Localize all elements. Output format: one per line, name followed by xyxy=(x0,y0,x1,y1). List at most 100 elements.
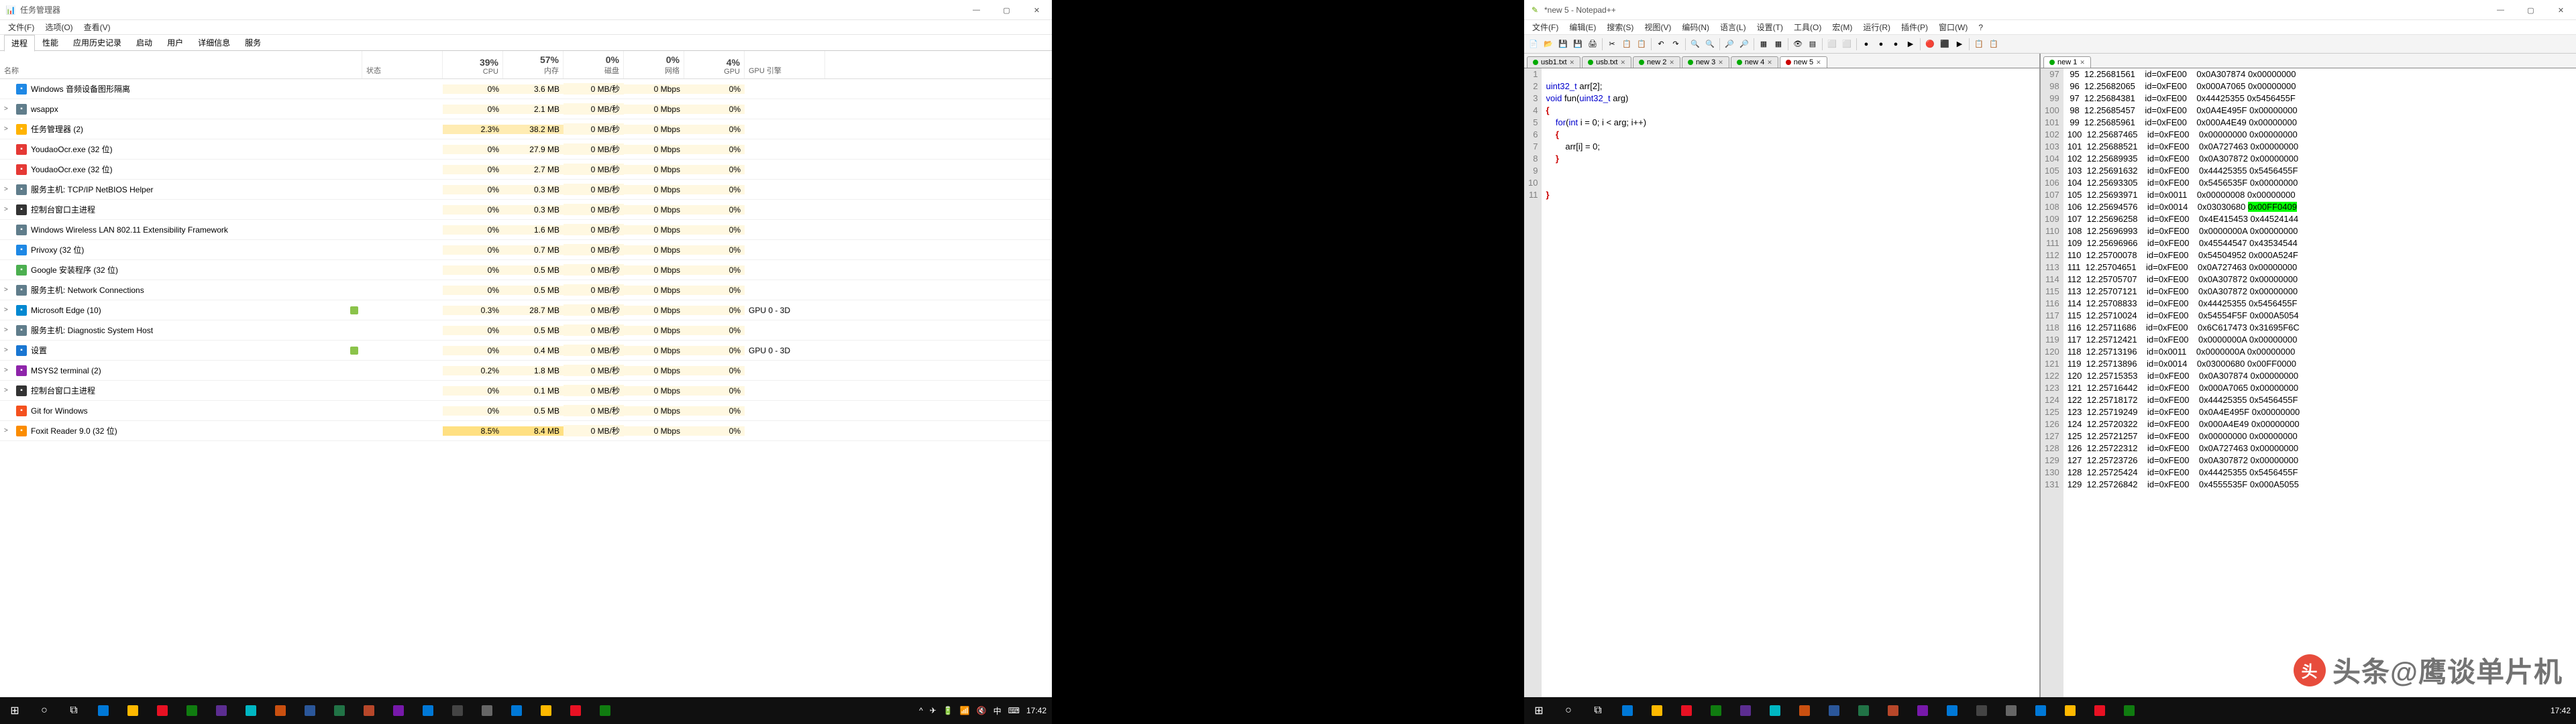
file-tab[interactable]: new 5✕ xyxy=(1780,56,1827,68)
col-memory[interactable]: 内存 xyxy=(544,65,559,76)
menu-item[interactable]: 搜索(S) xyxy=(1601,21,1639,33)
code-editor[interactable]: 9798991001011021031041051061071081091101… xyxy=(2041,68,2576,709)
col-disk[interactable]: 磁盘 xyxy=(604,65,619,76)
tray-clock[interactable]: 17:42 xyxy=(2551,706,2571,715)
menubar[interactable]: 文件(F)编辑(E)搜索(S)视图(V)编码(N)语言(L)设置(T)工具(O)… xyxy=(1524,20,2576,35)
toolbar-button[interactable]: 🔴 xyxy=(1923,38,1937,51)
taskbar-app[interactable] xyxy=(89,697,118,724)
file-tab[interactable]: new 1✕ xyxy=(2043,56,2091,68)
taskbar-app[interactable] xyxy=(354,697,384,724)
start-button[interactable]: ⊞ xyxy=(1524,697,1554,724)
menu-item[interactable]: 插件(P) xyxy=(1896,21,1933,33)
close-tab-icon[interactable]: ✕ xyxy=(1718,59,1723,66)
close-button[interactable]: ✕ xyxy=(1022,0,1052,20)
tray-keyboard-icon[interactable]: ⌨ xyxy=(1008,706,1020,715)
expand-icon[interactable]: > xyxy=(4,186,12,193)
file-tab[interactable]: new 3✕ xyxy=(1682,56,1729,68)
file-tab-strip[interactable]: new 1✕ xyxy=(2041,54,2576,68)
toolbar-button[interactable]: ▦ xyxy=(1772,38,1785,51)
col-cpu[interactable]: CPU xyxy=(483,68,498,76)
toolbar-button[interactable]: ● xyxy=(1889,38,1902,51)
toolbar-button[interactable]: 👁 xyxy=(1791,38,1805,51)
tray-action-icon[interactable]: ✈ xyxy=(930,706,936,715)
taskbar-app[interactable] xyxy=(1613,697,1642,724)
expand-icon[interactable]: > xyxy=(4,306,12,314)
taskbar-app[interactable] xyxy=(1731,697,1760,724)
expand-icon[interactable]: > xyxy=(4,105,12,113)
table-row[interactable]: >▪设置0%0.4 MB0 MB/秒0 Mbps0%GPU 0 - 3D xyxy=(0,341,1052,361)
col-network[interactable]: 网络 xyxy=(665,65,680,76)
menu-item[interactable]: 运行(R) xyxy=(1858,21,1896,33)
tab-启动[interactable]: 启动 xyxy=(129,34,160,51)
toolbar-button[interactable]: 🔎 xyxy=(1737,38,1751,51)
tray-ime-icon[interactable]: 中 xyxy=(994,705,1002,717)
tray-clock[interactable]: 17:42 xyxy=(1026,706,1046,715)
taskbar-app[interactable] xyxy=(325,697,354,724)
taskbar-app[interactable] xyxy=(2055,697,2085,724)
table-row[interactable]: ▪Windows Wireless LAN 802.11 Extensibili… xyxy=(0,220,1052,240)
maximize-button[interactable]: ▢ xyxy=(2516,0,2546,20)
table-row[interactable]: >▪任务管理器 (2)2.3%38.2 MB0 MB/秒0 Mbps0% xyxy=(0,119,1052,139)
code-editor[interactable]: 1234567891011 uint32_t arr[2]; void fun(… xyxy=(1524,68,2039,709)
tab-服务[interactable]: 服务 xyxy=(237,34,268,51)
toolbar-button[interactable]: 📋 xyxy=(1620,38,1633,51)
menu-item[interactable]: 工具(O) xyxy=(1788,21,1827,33)
tab-详细信息[interactable]: 详细信息 xyxy=(191,34,237,51)
table-row[interactable]: >▪wsappx0%2.1 MB0 MB/秒0 Mbps0% xyxy=(0,99,1052,119)
menu-item[interactable]: ? xyxy=(1973,23,1988,32)
taskbar-app[interactable] xyxy=(118,697,148,724)
table-row[interactable]: ▪Git for Windows0%0.5 MB0 MB/秒0 Mbps0% xyxy=(0,401,1052,421)
file-tab[interactable]: new 4✕ xyxy=(1731,56,1778,68)
expand-icon[interactable]: > xyxy=(4,206,12,213)
toolbar-button[interactable]: 🔍 xyxy=(1688,38,1702,51)
minimize-button[interactable]: — xyxy=(961,0,991,20)
maximize-button[interactable]: ▢ xyxy=(991,0,1022,20)
taskbar-app[interactable] xyxy=(1819,697,1849,724)
menu-item[interactable]: 查看(V) xyxy=(78,21,116,33)
table-row[interactable]: >▪Foxit Reader 9.0 (32 位)8.5%8.4 MB0 MB/… xyxy=(0,421,1052,441)
toolbar-button[interactable]: ⬜ xyxy=(1840,38,1854,51)
toolbar-button[interactable]: 💾 xyxy=(1556,38,1570,51)
file-tab-strip[interactable]: usb1.txt✕usb.txt✕new 2✕new 3✕new 4✕new 5… xyxy=(1524,54,2039,68)
menu-item[interactable]: 语言(L) xyxy=(1715,21,1752,33)
taskbar-app[interactable] xyxy=(1849,697,1878,724)
taskbar-app[interactable] xyxy=(148,697,177,724)
toolbar-button[interactable]: ⬜ xyxy=(1825,38,1839,51)
close-tab-icon[interactable]: ✕ xyxy=(1620,59,1625,66)
close-tab-icon[interactable]: ✕ xyxy=(2080,59,2085,66)
cortana-icon[interactable]: ○ xyxy=(30,697,59,724)
toolbar[interactable]: 📄📂💾💾🖨✂📋📋↶↷🔍🔍🔎🔎▦▦👁▤⬜⬜●●●▶🔴⬛▶📋📋 xyxy=(1524,35,2576,54)
tray-wifi-icon[interactable]: 📶 xyxy=(960,706,970,715)
taskbar-app[interactable] xyxy=(561,697,590,724)
toolbar-button[interactable]: ↷ xyxy=(1669,38,1682,51)
toolbar-button[interactable]: 📋 xyxy=(1987,38,2000,51)
table-row[interactable]: >▪服务主机: Diagnostic System Host0%0.5 MB0 … xyxy=(0,320,1052,341)
close-tab-icon[interactable]: ✕ xyxy=(1816,59,1821,66)
taskbar-app[interactable] xyxy=(207,697,236,724)
taskbar-app[interactable] xyxy=(1642,697,1672,724)
table-body[interactable]: ▪Windows 音频设备图形隔离0%3.6 MB0 MB/秒0 Mbps0%>… xyxy=(0,79,1052,697)
col-gpu-engine[interactable]: GPU 引擎 xyxy=(749,65,820,76)
taskbar-app[interactable] xyxy=(1701,697,1731,724)
code-area[interactable]: 95 12.25681561 id=0xFE00 0x0A307874 0x00… xyxy=(2063,68,2576,709)
menubar[interactable]: 文件(F)选项(O)查看(V) xyxy=(0,20,1052,35)
expand-icon[interactable]: > xyxy=(4,347,12,354)
close-button[interactable]: ✕ xyxy=(2546,0,2576,20)
toolbar-button[interactable]: 📂 xyxy=(1542,38,1555,51)
col-gpu[interactable]: GPU xyxy=(724,68,740,76)
toolbar-button[interactable]: 💾 xyxy=(1571,38,1585,51)
table-row[interactable]: >▪服务主机: TCP/IP NetBIOS Helper0%0.3 MB0 M… xyxy=(0,180,1052,200)
taskbar-app[interactable] xyxy=(236,697,266,724)
toolbar-button[interactable]: 🖨 xyxy=(1586,38,1599,51)
file-tab[interactable]: usb1.txt✕ xyxy=(1527,56,1580,68)
menu-item[interactable]: 宏(M) xyxy=(1827,21,1858,33)
menu-item[interactable]: 编辑(E) xyxy=(1564,21,1601,33)
titlebar[interactable]: 📊 任务管理器 — ▢ ✕ xyxy=(0,0,1052,20)
taskbar-app[interactable] xyxy=(1967,697,1996,724)
tray-battery-icon[interactable]: 🔋 xyxy=(943,706,953,715)
expand-icon[interactable]: > xyxy=(4,326,12,334)
menu-item[interactable]: 文件(F) xyxy=(3,21,40,33)
taskbar-app[interactable] xyxy=(2114,697,2144,724)
taskbar-app[interactable] xyxy=(1908,697,1937,724)
menu-item[interactable]: 选项(O) xyxy=(40,21,78,33)
